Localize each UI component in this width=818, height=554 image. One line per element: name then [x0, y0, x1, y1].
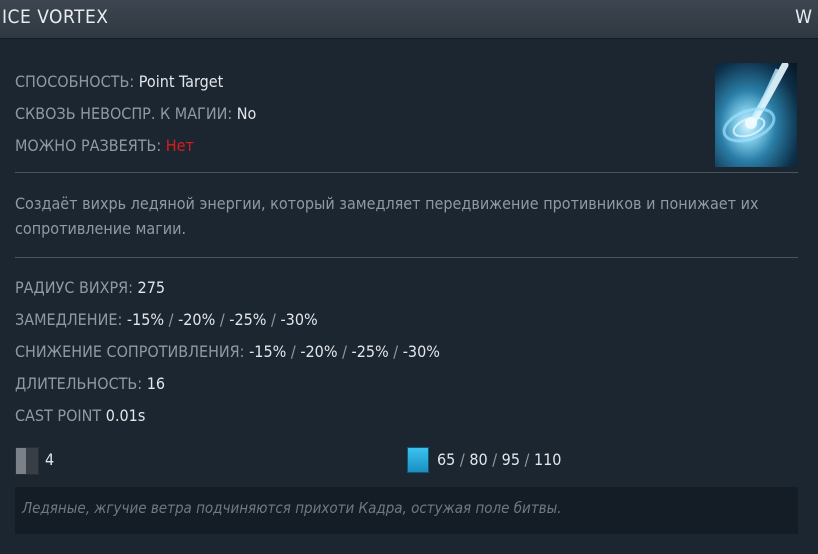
stat-label: CAST POINT — [15, 406, 102, 425]
stat-level-value: -30% — [280, 310, 318, 329]
stat-cast-point: CAST POINT 0.01s — [15, 400, 440, 432]
cooldown-icon — [15, 447, 39, 475]
ability-description: Создаёт вихрь ледяной энергии, который з… — [15, 194, 759, 238]
lore-box: Ледяные, жгучие ветра подчиняются прихот… — [15, 487, 798, 534]
mana-level-value: 110 — [533, 450, 562, 469]
stat-level-value: -20% — [178, 310, 216, 329]
stat-value: 275 — [137, 278, 166, 297]
property-dispellable: МОЖНО РАЗВЕЯТЬ: Нет — [15, 130, 256, 162]
mana-level-value: 95 — [501, 450, 520, 469]
stat-label: СНИЖЕНИЕ СОПРОТИВЛЕНИЯ: — [15, 342, 245, 361]
stat-resistance-reduction: СНИЖЕНИЕ СОПРОТИВЛЕНИЯ: -15% / -20% / -2… — [15, 342, 440, 361]
stat-label: ЗАМЕДЛЕНИЕ: — [15, 310, 123, 329]
mana-level-value: 65 — [437, 450, 456, 469]
ability-name: ICE VORTEX — [2, 6, 109, 28]
stat-level-value: -20% — [300, 342, 338, 361]
stat-level-value: -15% — [249, 342, 287, 361]
stat-level-value: -25% — [229, 310, 267, 329]
divider — [15, 172, 798, 173]
property-label: МОЖНО РАЗВЕЯТЬ: — [15, 136, 162, 155]
property-value: No — [236, 104, 257, 123]
stat-slow: ЗАМЕДЛЕНИЕ: -15% / -20% / -25% / -30% — [15, 310, 318, 329]
cooldown-value: 4 — [45, 450, 55, 469]
ability-stats: РАДИУС ВИХРЯ: 275 ЗАМЕДЛЕНИЕ: -15% / -20… — [15, 272, 440, 432]
mana-icon — [407, 447, 429, 473]
stat-value: 0.01s — [105, 406, 146, 425]
stat-level-value: -30% — [402, 342, 440, 361]
property-ability-type: СПОСОБНОСТЬ: Point Target — [15, 66, 256, 98]
property-pierces-immunity: СКВОЗЬ НЕВОСПР. К МАГИИ: No — [15, 98, 256, 130]
stat-radius: РАДИУС ВИХРЯ: 275 — [15, 272, 440, 304]
stat-label: ДЛИТЕЛЬНОСТЬ: — [15, 374, 143, 393]
stat-label: РАДИУС ВИХРЯ: — [15, 278, 133, 297]
stat-value: 16 — [146, 374, 166, 393]
stat-duration: ДЛИТЕЛЬНОСТЬ: 16 — [15, 368, 440, 400]
lore-text: Ледяные, жгучие ветра подчиняются прихот… — [22, 499, 562, 517]
property-label: СПОСОБНОСТЬ: — [15, 72, 135, 91]
property-value: Нет — [165, 136, 194, 155]
stat-level-value: -25% — [351, 342, 389, 361]
mana-level-value: 80 — [469, 450, 488, 469]
property-value: Point Target — [138, 72, 224, 91]
stat-level-value: -15% — [126, 310, 165, 329]
property-label: СКВОЗЬ НЕВОСПР. К МАГИИ: — [15, 104, 233, 123]
ability-hotkey: W — [795, 6, 812, 28]
ice-vortex-icon — [715, 63, 797, 167]
divider — [15, 257, 798, 258]
title-bar: ICE VORTEX W — [0, 0, 818, 39]
ability-properties: СПОСОБНОСТЬ: Point Target СКВОЗЬ НЕВОСПР… — [15, 66, 256, 162]
